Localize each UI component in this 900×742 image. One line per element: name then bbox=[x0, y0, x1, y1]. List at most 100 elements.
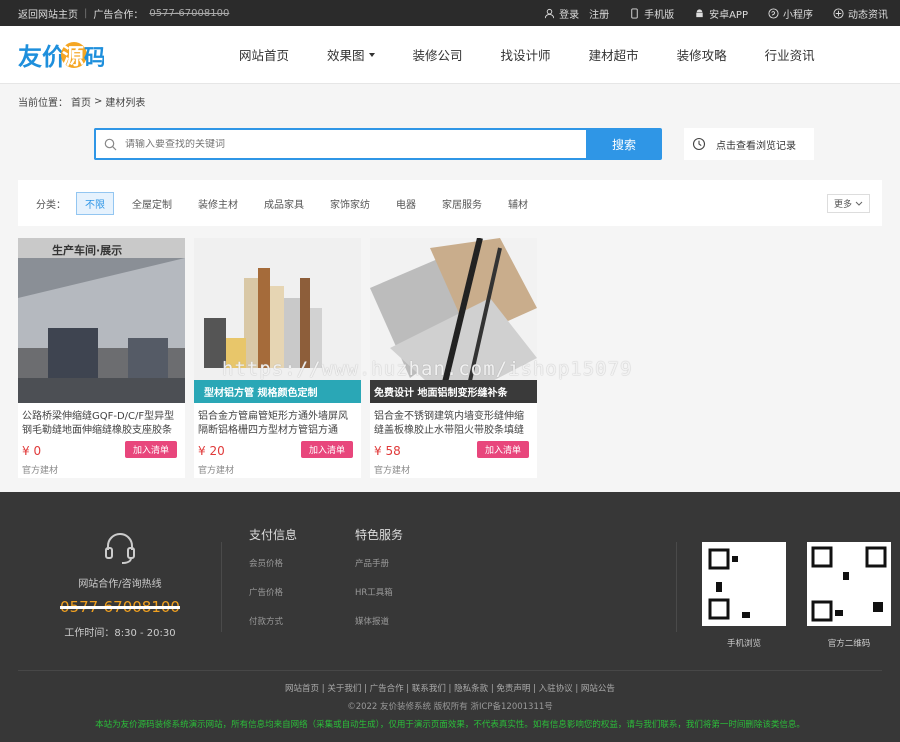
footer-col-heading: 特色服务 bbox=[355, 528, 404, 542]
breadcrumb-home[interactable]: 首页 bbox=[71, 94, 91, 109]
caret-down-icon bbox=[368, 52, 375, 57]
more-label: 更多 bbox=[833, 200, 852, 210]
nav-label: 装修攻略 bbox=[676, 48, 727, 63]
svg-text:码: 码 bbox=[84, 46, 104, 71]
separator: | bbox=[84, 7, 88, 19]
product-banner: 型材铝方管 规格颜色定制 bbox=[204, 388, 318, 399]
qr-label-mobile: 手机浏览 bbox=[726, 639, 761, 649]
category-item[interactable]: 成品家具 bbox=[256, 193, 312, 214]
category-item[interactable]: 全屋定制 bbox=[124, 193, 180, 214]
news-icon bbox=[833, 7, 844, 19]
search-row: 搜索 点击查看浏览记录 bbox=[0, 118, 900, 170]
top-bar-left: 返回网站主页 | 广告合作： 0577-67008100 bbox=[18, 6, 229, 21]
history-label: 点击查看浏览记录 bbox=[716, 140, 796, 152]
news-label: 动态资讯 bbox=[848, 9, 888, 21]
product-brand: 官方建材 bbox=[374, 466, 411, 476]
site-logo[interactable]: 友价 源 码 bbox=[18, 35, 138, 75]
qr-label-official: 官方二维码 bbox=[827, 639, 871, 649]
add-to-list-button[interactable]: 加入清单 bbox=[300, 441, 353, 458]
nav-label: 找设计师 bbox=[500, 48, 551, 63]
product-price: ¥ 58 bbox=[374, 444, 401, 458]
svg-text:友价: 友价 bbox=[18, 43, 67, 71]
category-item-all[interactable]: 不限 bbox=[76, 191, 114, 215]
product-card[interactable]: 生产车间·展示 公路桥梁伸缩缝GQF-D/C/F型异型钢毛勒缝地面伸缩缝橡胶支座… bbox=[18, 238, 185, 478]
footer-link[interactable]: 产品手册 bbox=[355, 559, 389, 569]
android-link[interactable]: 安卓APP bbox=[694, 6, 748, 21]
android-icon bbox=[696, 8, 703, 17]
history-button[interactable]: 点击查看浏览记录 bbox=[684, 128, 814, 160]
ad-label: 广告合作： bbox=[93, 9, 144, 21]
user-icon bbox=[545, 8, 555, 18]
category-item[interactable]: 家居服务 bbox=[434, 193, 490, 214]
category-item[interactable]: 辅材 bbox=[500, 193, 536, 214]
add-to-list-button[interactable]: 加入清单 bbox=[124, 441, 177, 458]
nav-companies[interactable]: 装修公司 bbox=[394, 45, 482, 64]
category-label: 分类： bbox=[36, 199, 66, 211]
category-item[interactable]: 装修主材 bbox=[190, 193, 246, 214]
product-banner: 免费设计 地面铝制变形缝补条 bbox=[374, 388, 508, 399]
chevron-down-icon bbox=[855, 201, 863, 206]
svg-text:源: 源 bbox=[62, 45, 84, 70]
miniprogram-label: 小程序 bbox=[783, 9, 813, 21]
work-hours: 工作时间：8:30 - 20:30 bbox=[64, 628, 176, 639]
footer-contact: 网站合作/咨询热线 0577-67008100 工作时间：8:30 - 20:3… bbox=[40, 530, 200, 639]
nav-designers[interactable]: 找设计师 bbox=[482, 45, 570, 64]
nav-news[interactable]: 行业资讯 bbox=[746, 45, 834, 64]
more-button[interactable]: 更多 bbox=[826, 194, 870, 213]
product-title[interactable]: 铝合金不锈钢建筑内墙变形缝伸缩缝盖板橡胶止水带阻火带胶条填缝 bbox=[370, 403, 537, 441]
nav-home[interactable]: 网站首页 bbox=[220, 45, 308, 64]
disclaimer-notice: 本站为友价源码装修系统演示网站，所有信息均来自网络（采集或自动生成），仅用于演示… bbox=[95, 720, 805, 730]
mobile-link[interactable]: 手机版 bbox=[629, 6, 674, 21]
nav-label: 效果图 bbox=[327, 48, 365, 63]
product-title[interactable]: 公路桥梁伸缩缝GQF-D/C/F型异型钢毛勒缝地面伸缩缝橡胶支座胶条 bbox=[18, 403, 185, 441]
footer-link[interactable]: HR工具箱 bbox=[355, 588, 393, 598]
category-item[interactable]: 电器 bbox=[388, 193, 424, 214]
nav-label: 装修公司 bbox=[412, 48, 463, 63]
footer-link[interactable]: 会员价格 bbox=[249, 559, 283, 569]
product-price: ¥ 20 bbox=[198, 444, 225, 458]
nav-label: 建材超市 bbox=[588, 48, 639, 63]
news-link[interactable]: 动态资讯 bbox=[833, 6, 888, 21]
divider bbox=[221, 542, 222, 632]
breadcrumb-sep: > bbox=[94, 95, 103, 107]
breadcrumb-current[interactable]: 建材列表 bbox=[105, 94, 145, 109]
product-brand: 官方建材 bbox=[22, 466, 59, 476]
register-link[interactable]: 注册 bbox=[589, 6, 609, 21]
search-button[interactable]: 搜索 bbox=[586, 128, 662, 160]
qr-code-official bbox=[807, 542, 891, 626]
contact-label: 网站合作/咨询热线 bbox=[78, 579, 162, 590]
product-image[interactable]: 生产车间·展示 bbox=[18, 238, 185, 403]
miniprogram-icon bbox=[768, 7, 779, 19]
home-link[interactable]: 返回网站主页 bbox=[18, 6, 78, 21]
top-bar: 返回网站主页 | 广告合作： 0577-67008100 登录 注册 手机版 安… bbox=[0, 0, 900, 26]
copyright: ©2022 友价装修系统 版权所有 浙ICP备12001311号 bbox=[347, 702, 553, 712]
login-link[interactable]: 登录 bbox=[559, 6, 579, 21]
category-bar: 分类： 不限 全屋定制 装修主材 成品家具 家饰家纺 电器 家居服务 辅材 更多 bbox=[18, 180, 882, 226]
add-to-list-button[interactable]: 加入清单 bbox=[476, 441, 529, 458]
category-item[interactable]: 家饰家纺 bbox=[322, 193, 378, 214]
logo-graphic: 友价 源 码 bbox=[18, 41, 104, 71]
nav-guides[interactable]: 装修攻略 bbox=[658, 45, 746, 64]
watermark-text: https://www.huzhan.com/ishop15079 bbox=[222, 358, 633, 380]
footer-link[interactable]: 广告价格 bbox=[249, 588, 283, 598]
footer-link[interactable]: 媒体报道 bbox=[355, 617, 389, 627]
ad-phone: 0577-67008100 bbox=[149, 7, 230, 19]
footer-divider bbox=[18, 670, 882, 671]
top-bar-right: 登录 注册 手机版 安卓APP 小程序 动态资讯 bbox=[544, 6, 888, 21]
miniprogram-link[interactable]: 小程序 bbox=[768, 6, 813, 21]
product-banner: 生产车间·展示 bbox=[52, 244, 123, 257]
footer-links[interactable]: 网站首页 | 关于我们 | 广告合作 | 联系我们 | 隐私条款 | 免责声明 … bbox=[0, 682, 900, 694]
mobile-label: 手机版 bbox=[644, 9, 675, 21]
footer-link[interactable]: 付款方式 bbox=[249, 617, 283, 627]
nav-effects[interactable]: 效果图 bbox=[308, 45, 394, 64]
android-label: 安卓APP bbox=[709, 9, 748, 21]
nav-label: 网站首页 bbox=[239, 48, 290, 63]
search-icon bbox=[104, 138, 117, 150]
search-input[interactable] bbox=[125, 138, 545, 150]
search-box bbox=[94, 128, 586, 160]
product-title[interactable]: 铝合金方管扁管矩形方通外墙屏风隔断铝格栅四方型材方管铝方通 bbox=[194, 403, 361, 441]
nav-label: 行业资讯 bbox=[764, 48, 815, 63]
footer-col-payment: 支付信息 会员价格 广告价格 付款方式 bbox=[249, 526, 297, 644]
contact-phone: 0577-67008100 bbox=[60, 598, 180, 616]
nav-market[interactable]: 建材超市 bbox=[570, 45, 658, 64]
